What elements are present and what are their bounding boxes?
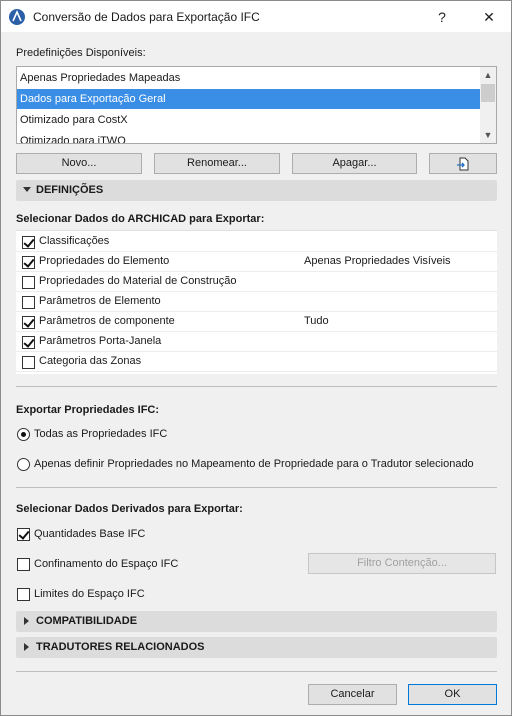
element-properties-checkbox[interactable] [22,256,35,269]
containment-filter-button[interactable]: Filtro Contenção... [308,553,496,574]
archicad-data-label: Selecionar Dados do ARCHICAD para Export… [16,213,265,225]
component-parameters-value[interactable]: Tudo [304,315,329,327]
mapped-ifc-properties-radio[interactable] [17,458,30,471]
mapped-ifc-properties-label[interactable]: Apenas definir Propriedades no Mapeament… [34,458,474,470]
scroll-thumb[interactable] [481,84,495,102]
component-parameters-checkbox[interactable] [22,316,35,329]
ok-button[interactable]: OK [408,684,497,705]
help-button[interactable]: ? [427,5,457,29]
list-item[interactable]: Propriedades do Elemento Apenas Propried… [16,252,497,272]
ifc-space-containment-label[interactable]: Confinamento do Espaço IFC [34,558,178,570]
list-item-label: Propriedades do Material de Construção [39,275,237,287]
list-item[interactable]: Parâmetros de componente Tudo [16,312,497,332]
close-button[interactable]: ✕ [474,5,504,29]
cancel-button[interactable]: Cancelar [308,684,397,705]
ifc-export-dialog: Conversão de Dados para Exportação IFC ?… [0,0,512,716]
delete-preset-button[interactable]: Apagar... [292,153,417,174]
presets-scrollbar[interactable]: ▲ ▼ [480,67,496,143]
related-translators-header-label: TRADUTORES RELACIONADOS [36,641,205,653]
ifc-base-quantities-label[interactable]: Quantidades Base IFC [34,528,145,540]
definitions-header-label: DEFINIÇÕES [36,184,104,196]
divider [16,487,497,488]
preset-item[interactable]: Otimizado para iTWO [17,131,481,143]
list-item-label: Parâmetros de Elemento [39,295,161,307]
definitions-panel-header[interactable]: DEFINIÇÕES [16,180,497,201]
element-properties-value[interactable]: Apenas Propriedades Visíveis [304,255,451,267]
expand-triangle-icon [24,617,29,625]
list-item-label: Classificações [39,235,110,247]
compatibility-header-label: COMPATIBILIDADE [36,615,138,627]
list-item-label: Parâmetros Porta-Janela [39,335,162,347]
element-parameters-checkbox[interactable] [22,296,35,309]
divider [16,386,497,387]
presets-label: Predefinições Disponíveis: [16,47,146,59]
scroll-up-icon[interactable]: ▲ [480,67,496,83]
related-translators-panel-header[interactable]: TRADUTORES RELACIONADOS [16,637,497,658]
all-ifc-properties-label[interactable]: Todas as Propriedades IFC [34,428,167,440]
new-preset-button[interactable]: Novo... [16,153,142,174]
archicad-app-icon [9,9,25,25]
title-bar: Conversão de Dados para Exportação IFC ?… [1,1,511,32]
window-title: Conversão de Dados para Exportação IFC [33,10,260,24]
list-item[interactable]: Propriedades do Material de Construção [16,272,497,292]
preset-item[interactable]: Apenas Propriedades Mapeadas [17,68,481,88]
divider [16,671,497,672]
list-item-label: Categoria das Zonas [39,355,142,367]
list-item-label: Parâmetros de componente [39,315,175,327]
preset-item[interactable]: Otimizado para CostX [17,110,481,130]
compatibility-panel-header[interactable]: COMPATIBILIDADE [16,611,497,632]
presets-list[interactable]: Apenas Propriedades Mapeadas Dados para … [16,66,497,144]
ifc-space-boundaries-checkbox[interactable] [17,588,30,601]
collapse-triangle-icon [23,187,31,192]
ifc-space-containment-checkbox[interactable] [17,558,30,571]
zone-category-checkbox[interactable] [22,356,35,369]
import-file-icon [457,157,469,171]
list-item[interactable]: Classificações [16,232,497,252]
scroll-down-icon[interactable]: ▼ [480,127,496,143]
list-item[interactable]: Categoria das Zonas [16,352,497,372]
classifications-checkbox[interactable] [22,236,35,249]
list-item-label: Propriedades do Elemento [39,255,170,267]
import-export-button[interactable] [429,153,497,174]
preset-item-selected[interactable]: Dados para Exportação Geral [17,89,481,109]
derived-data-label: Selecionar Dados Derivados para Exportar… [16,503,243,515]
ifc-space-boundaries-label[interactable]: Limites do Espaço IFC [34,588,145,600]
list-item[interactable]: Parâmetros de Elemento [16,292,497,312]
building-material-properties-checkbox[interactable] [22,276,35,289]
list-item[interactable]: Parâmetros Porta-Janela [16,332,497,352]
expand-triangle-icon [24,643,29,651]
ifc-properties-label: Exportar Propriedades IFC: [16,404,160,416]
rename-preset-button[interactable]: Renomear... [154,153,280,174]
door-window-parameters-checkbox[interactable] [22,336,35,349]
ifc-base-quantities-checkbox[interactable] [17,528,30,541]
archicad-data-list: Classificações Propriedades do Elemento … [16,230,497,374]
all-ifc-properties-radio[interactable] [17,428,30,441]
